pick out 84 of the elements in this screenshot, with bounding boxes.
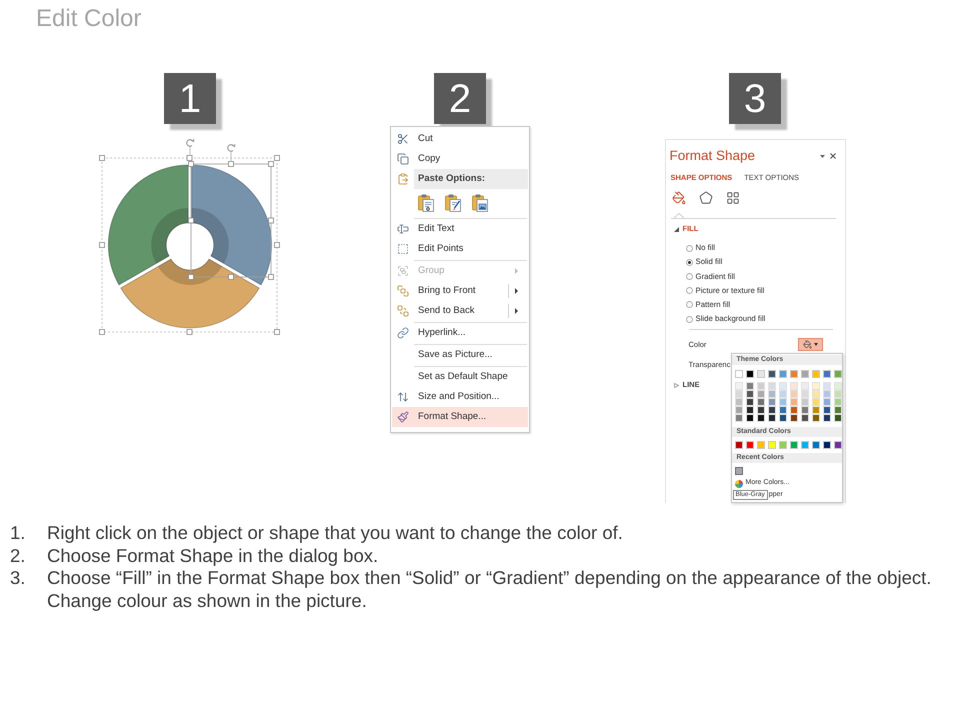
menu-item[interactable]: Hyperlink...	[392, 323, 528, 343]
color-swatch[interactable]	[778, 441, 786, 449]
clipboard-brush-icon[interactable]	[445, 194, 461, 212]
pentagon-icon[interactable]	[698, 191, 712, 205]
menu-item[interactable]: Set as Default Shape	[392, 367, 528, 387]
up-down-arrows-icon	[397, 391, 409, 403]
clipboard-picture-icon[interactable]	[472, 194, 488, 212]
resize-handle[interactable]	[186, 329, 192, 335]
menu-item[interactable]: Size and Position...	[392, 387, 528, 407]
menu-item[interactable]: Edit Text	[392, 219, 528, 239]
color-swatch[interactable]	[800, 370, 808, 378]
color-wheel-icon	[734, 480, 742, 488]
list-number: 2.	[10, 544, 26, 567]
color-swatch[interactable]	[800, 441, 808, 449]
clipboard-text-icon[interactable]	[418, 194, 434, 212]
list-number: 1.	[10, 522, 26, 544]
color-swatch[interactable]	[756, 441, 764, 449]
color-swatch[interactable]	[834, 441, 842, 449]
panel-title: Format Shape	[670, 148, 756, 164]
resize-handle[interactable]	[99, 242, 105, 248]
caret-down-icon[interactable]	[820, 154, 824, 158]
color-swatch[interactable]	[768, 441, 776, 449]
resize-handle[interactable]	[228, 161, 234, 167]
menu-item[interactable]: Copy	[392, 149, 528, 169]
color-swatch[interactable]	[822, 441, 830, 449]
color-swatch[interactable]	[746, 370, 754, 378]
color-swatch[interactable]	[734, 370, 742, 378]
color-swatch[interactable]	[790, 441, 798, 449]
menu-item[interactable]: Format Shape...	[392, 407, 528, 427]
grid-icon[interactable]	[726, 191, 740, 205]
step-number-badge: 3	[729, 73, 781, 124]
step-number-badge: 1	[164, 73, 216, 124]
paint-bucket-icon[interactable]	[672, 191, 686, 205]
instruction-text: Right click on the object or shape that you want to change the color of.	[47, 522, 624, 544]
rotate-handle-icon[interactable]	[186, 138, 194, 156]
color-swatch[interactable]	[834, 370, 842, 378]
caret-right-icon	[515, 288, 518, 294]
color-swatch[interactable]	[812, 441, 820, 449]
menu-item[interactable]: Edit Points	[392, 239, 528, 259]
color-swatch[interactable]	[756, 370, 764, 378]
resize-handle[interactable]	[268, 218, 274, 224]
clipboard-icon	[397, 173, 409, 185]
resize-handle[interactable]	[99, 329, 105, 335]
resize-handle[interactable]	[228, 274, 234, 280]
menu-item[interactable]: Save as Picture...	[392, 345, 528, 365]
color-swatch[interactable]	[734, 441, 742, 449]
slide-title: Edit Color	[36, 5, 142, 32]
resize-handle[interactable]	[268, 274, 274, 280]
instruction-text: Choose Format Shape in the dialog box.	[47, 544, 380, 567]
paintbrush-icon	[397, 411, 409, 423]
color-swatch[interactable]	[790, 370, 798, 378]
color-swatch[interactable]	[778, 370, 786, 378]
caret-right-icon	[515, 268, 518, 274]
close-icon[interactable]	[830, 153, 836, 159]
color-swatch[interactable]	[768, 370, 776, 378]
menu-section-header: Paste Options:	[414, 169, 528, 189]
color-picker-button[interactable]	[798, 338, 822, 351]
bring-to-front-icon	[397, 285, 409, 297]
color-swatch[interactable]	[822, 370, 830, 378]
group-icon	[397, 265, 409, 277]
resize-handle[interactable]	[274, 242, 280, 248]
color-swatch[interactable]	[812, 370, 820, 378]
menu-item[interactable]: Send to Back	[392, 301, 528, 321]
list-number: 3.	[10, 567, 26, 590]
caret-right-icon	[515, 308, 518, 314]
link-icon	[397, 327, 409, 339]
color-swatch[interactable]	[746, 441, 754, 449]
text-box-icon	[397, 223, 409, 235]
resize-handle[interactable]	[99, 155, 105, 161]
resize-handle[interactable]	[274, 329, 280, 335]
resize-handle[interactable]	[188, 218, 194, 224]
send-to-back-icon	[397, 305, 409, 317]
paint-bucket-icon	[802, 340, 812, 349]
resize-handle[interactable]	[188, 274, 194, 280]
scissors-icon	[397, 133, 409, 145]
color-swatch[interactable]	[734, 467, 742, 475]
menu-item[interactable]: Bring to Front	[392, 281, 528, 301]
menu-item[interactable]: Cut	[392, 129, 528, 149]
instruction-text: Choose “Fill” in the Format Shape box then “Solid” or “Gradient” depending on the appearance of the object. Change colour as shown in the picture.	[47, 567, 932, 612]
caret-down-icon	[814, 342, 818, 346]
step-number-badge: 2	[434, 73, 486, 124]
rotate-handle-icon[interactable]	[227, 144, 236, 162]
dashed-square-icon	[397, 243, 409, 255]
copy-icon	[397, 153, 409, 165]
